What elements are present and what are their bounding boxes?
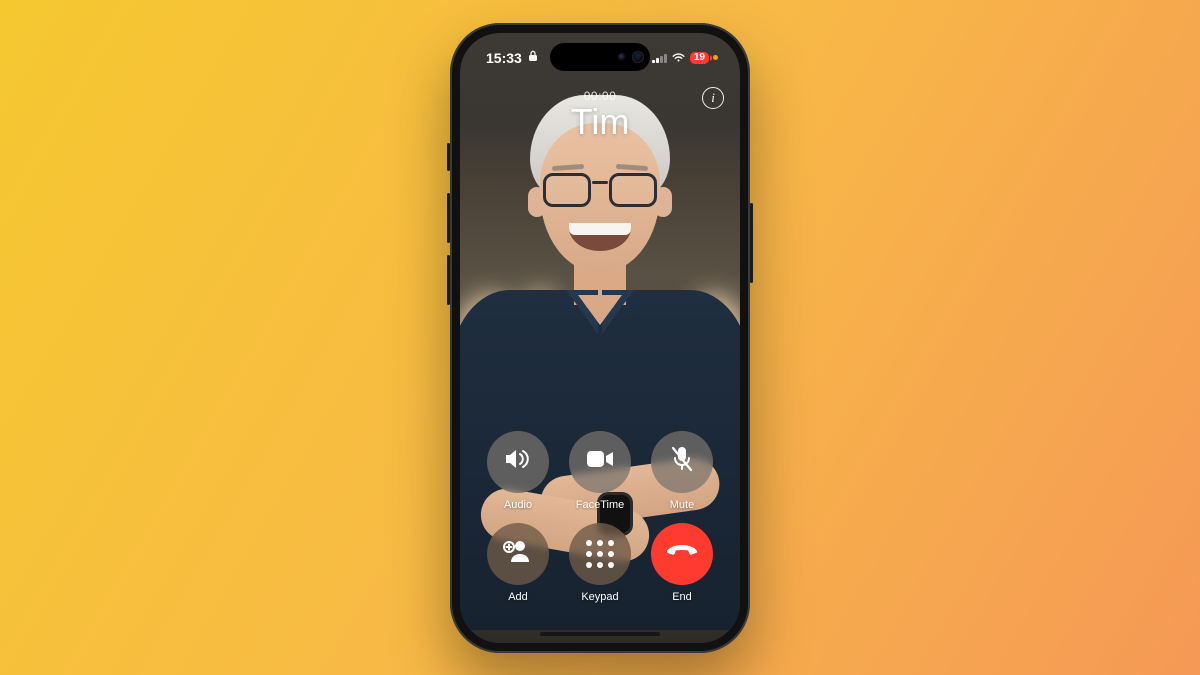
battery-percent: 19 xyxy=(694,53,705,63)
mic-in-use-indicator-icon xyxy=(713,55,718,60)
status-left: 15:33 xyxy=(486,50,538,66)
mute-button[interactable]: Mute xyxy=(651,431,713,511)
add-call-button[interactable]: Add xyxy=(487,523,549,603)
add-person-icon xyxy=(503,538,533,569)
facetime-button[interactable]: FaceTime xyxy=(569,431,631,511)
video-icon xyxy=(585,449,615,474)
mute-label: Mute xyxy=(670,499,694,511)
volume-down-button[interactable] xyxy=(447,255,450,305)
lock-icon xyxy=(528,50,538,65)
battery-indicator: 19 xyxy=(690,52,709,64)
power-button[interactable] xyxy=(750,203,753,283)
call-controls: Audio FaceTime xyxy=(460,431,740,619)
add-label: Add xyxy=(508,591,528,603)
sensor-dot xyxy=(618,53,626,61)
mic-off-icon xyxy=(670,445,694,478)
end-call-button[interactable]: End xyxy=(651,523,713,603)
keypad-label: Keypad xyxy=(581,591,618,603)
audio-label: Audio xyxy=(504,499,532,511)
front-camera xyxy=(632,51,644,63)
end-label: End xyxy=(672,591,692,603)
call-header: 00:00 Tim xyxy=(460,89,740,141)
status-right: 19 xyxy=(652,50,718,66)
call-duration: 00:00 xyxy=(460,89,740,103)
keypad-button[interactable]: Keypad xyxy=(569,523,631,603)
phone-screen: 15:33 xyxy=(460,33,740,643)
home-indicator[interactable] xyxy=(540,632,660,636)
audio-route-button[interactable]: Audio xyxy=(487,431,549,511)
facetime-label: FaceTime xyxy=(576,499,625,511)
speaker-icon xyxy=(503,447,533,476)
iphone-frame: 15:33 xyxy=(450,23,750,653)
clock: 15:33 xyxy=(486,50,522,66)
caller-name: Tim xyxy=(460,103,740,141)
volume-up-button[interactable] xyxy=(447,193,450,243)
keypad-icon xyxy=(586,540,614,568)
dynamic-island[interactable] xyxy=(550,43,650,71)
silent-switch[interactable] xyxy=(447,143,450,171)
wifi-icon xyxy=(671,50,686,66)
phone-down-icon xyxy=(665,543,699,564)
cellular-signal-icon xyxy=(652,53,667,63)
